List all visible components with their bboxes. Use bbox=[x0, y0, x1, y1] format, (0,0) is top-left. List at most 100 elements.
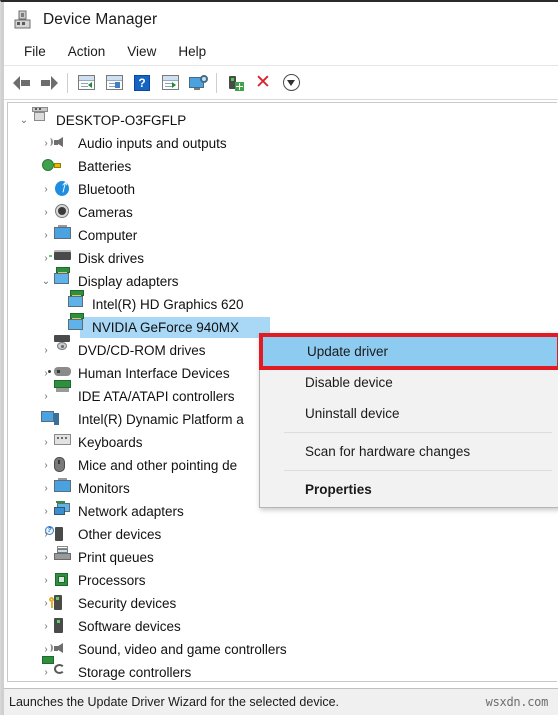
tree-item-label: Human Interface Devices bbox=[78, 366, 230, 381]
processor-icon bbox=[54, 572, 71, 589]
tree-root-desktop[interactable]: ⌄ DESKTOP-O3FGFLP bbox=[8, 107, 557, 132]
tree-item-label: Mice and other pointing de bbox=[78, 458, 238, 473]
tree-item-processors[interactable]: › Processors bbox=[8, 569, 557, 592]
tree-item-label: Cameras bbox=[78, 205, 133, 220]
tree-item-label: Display adapters bbox=[78, 274, 179, 289]
computer-icon bbox=[32, 107, 49, 129]
menu-action[interactable]: Action bbox=[57, 41, 117, 63]
chevron-right-icon[interactable]: › bbox=[38, 251, 54, 267]
device-manager-window: Device Manager File Action View Help ? ✕… bbox=[0, 0, 558, 715]
camera-icon bbox=[54, 204, 71, 221]
tree-item-label: Other devices bbox=[78, 527, 162, 542]
scan-for-hardware-changes-icon[interactable] bbox=[184, 70, 212, 96]
speaker-icon bbox=[51, 641, 71, 658]
display-adapter-icon bbox=[68, 313, 85, 336]
tree-item-cameras[interactable]: › Cameras bbox=[8, 201, 557, 224]
forward-arrow-icon[interactable] bbox=[35, 70, 63, 96]
tree-item-label: Bluetooth bbox=[78, 182, 136, 197]
menu-bar: File Action View Help bbox=[1, 38, 558, 66]
mouse-icon bbox=[54, 457, 71, 474]
tree-item-label: Processors bbox=[78, 573, 146, 588]
tree-item-label: IDE ATA/ATAPI controllers bbox=[78, 389, 235, 404]
show-hide-console-tree-icon[interactable] bbox=[100, 70, 128, 96]
chevron-right-icon[interactable]: › bbox=[38, 182, 54, 198]
toolbar-separator bbox=[67, 72, 68, 93]
other-device-icon: ? bbox=[45, 526, 71, 543]
status-bar-text: Launches the Update Driver Wizard for th… bbox=[9, 695, 340, 709]
tree-item-disk-drives[interactable]: › Disk drives bbox=[8, 247, 557, 270]
tree-item-label: Print queues bbox=[78, 550, 154, 565]
update-driver-icon[interactable] bbox=[221, 70, 249, 96]
chevron-right-icon[interactable]: › bbox=[38, 573, 54, 589]
chevron-right-icon[interactable]: › bbox=[38, 366, 54, 382]
tree-item-software-devices[interactable]: › Software devices bbox=[8, 615, 557, 638]
tree-item-storage-controllers[interactable]: › Storage controllers bbox=[8, 656, 557, 681]
software-device-icon bbox=[54, 618, 71, 635]
tree-item-label: DESKTOP-O3FGFLP bbox=[56, 113, 187, 128]
device-manager-icon bbox=[13, 10, 33, 30]
menu-view[interactable]: View bbox=[116, 41, 167, 63]
chevron-right-icon[interactable]: › bbox=[38, 343, 54, 359]
tree-item-label: Audio inputs and outputs bbox=[78, 136, 227, 151]
display-adapter-icon bbox=[54, 267, 71, 290]
tree-item-sound-video-game[interactable]: › Sound, video and game controllers bbox=[8, 638, 557, 661]
tree-item-security-devices[interactable]: › Security devices bbox=[8, 592, 557, 615]
speaker-icon bbox=[51, 135, 71, 152]
tree-item-batteries[interactable]: › Batteries bbox=[8, 155, 557, 178]
properties-panel-icon[interactable] bbox=[156, 70, 184, 96]
toolbar-separator-2 bbox=[216, 72, 217, 93]
context-menu-item-properties[interactable]: Properties bbox=[260, 474, 558, 505]
storage-controller-icon bbox=[42, 656, 71, 681]
context-menu-item-uninstall-device[interactable]: Uninstall device bbox=[260, 398, 558, 429]
chevron-right-icon[interactable]: › bbox=[38, 665, 54, 681]
tree-item-label: Monitors bbox=[78, 481, 130, 496]
chevron-down-icon[interactable]: ⌄ bbox=[38, 274, 54, 290]
chevron-right-icon[interactable]: › bbox=[38, 458, 54, 474]
tree-item-other-devices[interactable]: › ? Other devices bbox=[8, 523, 557, 546]
chevron-right-icon[interactable]: › bbox=[38, 435, 54, 451]
help-icon[interactable]: ? bbox=[128, 70, 156, 96]
window-left-edge bbox=[1, 2, 4, 715]
chevron-right-icon[interactable]: › bbox=[38, 504, 54, 520]
tree-item-label: Computer bbox=[78, 228, 138, 243]
tree-item-label: DVD/CD-ROM drives bbox=[78, 343, 206, 358]
menu-file[interactable]: File bbox=[13, 41, 57, 63]
context-menu-item-disable-device[interactable]: Disable device bbox=[260, 367, 558, 398]
chevron-right-icon[interactable]: › bbox=[38, 228, 54, 244]
context-menu: Update driver Disable device Uninstall d… bbox=[259, 333, 558, 508]
back-arrow-icon[interactable] bbox=[7, 70, 35, 96]
tree-item-label: Storage controllers bbox=[78, 665, 192, 680]
tree-item-intel-hd-graphics[interactable]: Intel(R) HD Graphics 620 bbox=[8, 290, 557, 316]
battery-icon bbox=[42, 158, 71, 175]
up-one-level-icon[interactable] bbox=[72, 70, 100, 96]
context-menu-separator-1 bbox=[284, 432, 552, 433]
context-menu-item-scan-for-hardware-changes[interactable]: Scan for hardware changes bbox=[260, 436, 558, 467]
bluetooth-icon: ᛏ bbox=[54, 181, 71, 198]
window-title: Device Manager bbox=[43, 11, 158, 28]
uninstall-device-icon[interactable]: ✕ bbox=[249, 70, 277, 96]
status-bar: Launches the Update Driver Wizard for th… bbox=[1, 688, 558, 715]
tree-item-label: Batteries bbox=[78, 159, 132, 174]
tree-item-bluetooth[interactable]: › ᛏ Bluetooth bbox=[8, 178, 557, 201]
menu-help[interactable]: Help bbox=[167, 41, 217, 63]
tree-item-display-adapters[interactable]: ⌄ Display adapters bbox=[8, 267, 557, 293]
printer-icon bbox=[54, 546, 71, 566]
tree-item-label: Disk drives bbox=[78, 251, 145, 266]
tree-item-label: Sound, video and game controllers bbox=[78, 642, 287, 657]
forward-arrow-glyph bbox=[40, 75, 58, 90]
watermark: wsxdn.com bbox=[485, 695, 549, 709]
chevron-right-icon[interactable]: › bbox=[38, 205, 54, 221]
tree-item-label: Network adapters bbox=[78, 504, 184, 519]
chevron-right-icon[interactable]: › bbox=[38, 481, 54, 497]
chevron-right-icon[interactable]: › bbox=[38, 389, 54, 405]
back-arrow-glyph bbox=[12, 75, 30, 90]
chevron-right-icon[interactable]: › bbox=[38, 550, 54, 566]
chevron-down-icon[interactable]: ⌄ bbox=[16, 113, 32, 129]
tree-item-print-queues[interactable]: › Print queues bbox=[8, 546, 557, 569]
monitor-icon bbox=[54, 478, 71, 497]
disable-device-icon[interactable] bbox=[277, 70, 305, 96]
tree-item-audio[interactable]: › Audio inputs and outputs bbox=[8, 132, 557, 155]
context-menu-item-update-driver[interactable]: Update driver bbox=[259, 333, 558, 370]
chevron-right-icon[interactable]: › bbox=[38, 619, 54, 635]
tree-item-computer[interactable]: › Computer bbox=[8, 224, 557, 247]
